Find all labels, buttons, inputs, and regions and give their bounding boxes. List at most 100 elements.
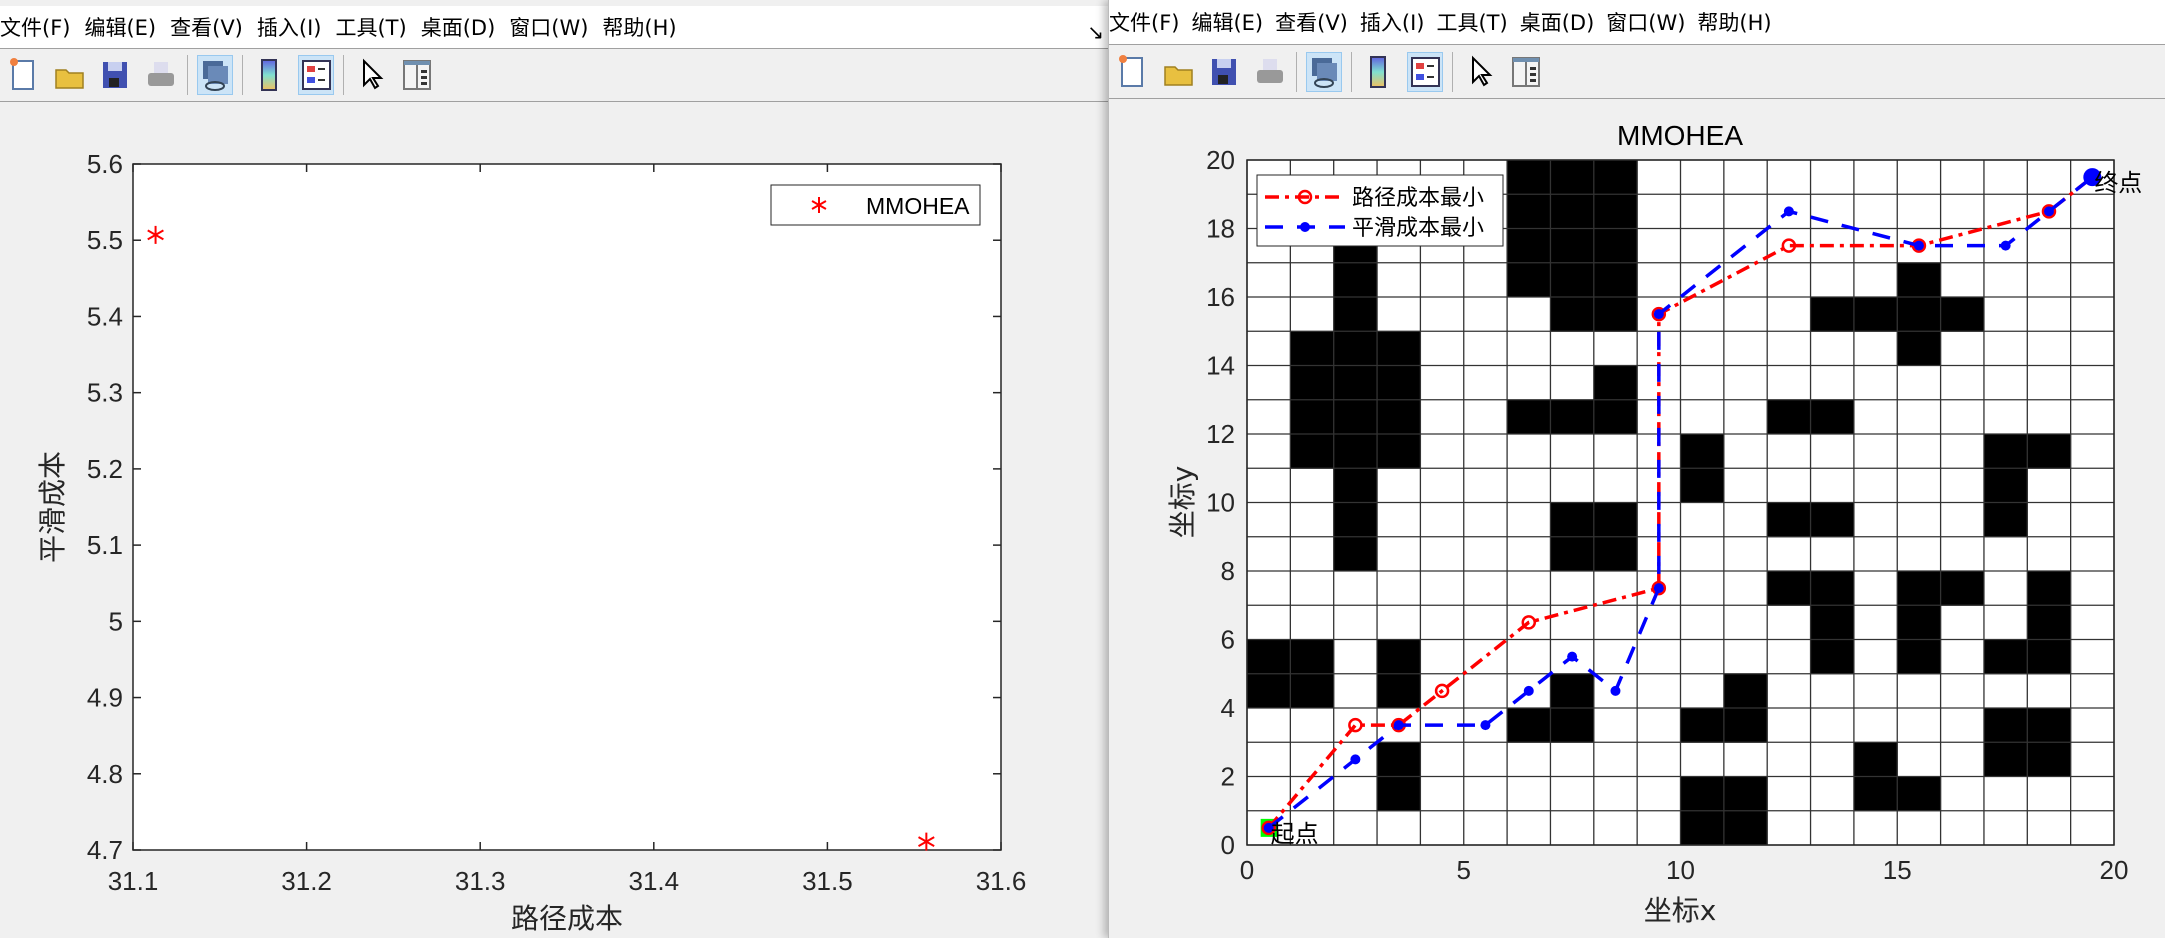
obstacle-cell <box>1680 810 1725 846</box>
y-tick-label: 20 <box>1206 145 1235 175</box>
chart-title: MMOHEA <box>1617 120 1743 151</box>
obstacle-cell <box>1550 708 1595 743</box>
y-axis-label: 平滑成本 <box>36 451 69 563</box>
obstacle-cell <box>1853 297 1898 332</box>
obstacle-cell <box>1593 194 1638 229</box>
obstacle-cell <box>1983 639 2028 675</box>
obstacle-cell <box>1507 399 1551 435</box>
obstacle-cell <box>1247 673 1291 709</box>
obstacle-cell <box>1377 399 1421 435</box>
path-point <box>2043 206 2054 217</box>
path-point <box>1653 583 1664 594</box>
x-axis-label: 坐标x <box>1644 894 1717 927</box>
obstacle-cell <box>1810 571 1855 606</box>
path-point <box>1913 240 1924 251</box>
obstacle-cell <box>1333 365 1378 401</box>
obstacle-cell <box>1507 228 1551 264</box>
obstacle-cell <box>2027 708 2072 743</box>
x-tick-label: 31.6 <box>976 866 1027 896</box>
path-point <box>1567 651 1578 662</box>
obstacle-cell <box>1593 365 1638 401</box>
obstacle-cell <box>1723 810 1768 846</box>
legend-label: MMOHEA <box>866 193 970 219</box>
obstacle-cell <box>1723 673 1768 709</box>
obstacle-cell <box>1680 434 1725 469</box>
obstacle-cell <box>1897 776 1942 812</box>
obstacle-cell <box>1680 776 1725 812</box>
obstacle-cell <box>1767 571 1812 606</box>
obstacle-cell <box>1507 194 1551 229</box>
path-point <box>1480 720 1491 731</box>
y-tick-label: 4 <box>1221 693 1235 723</box>
x-tick-label: 15 <box>1883 855 1912 885</box>
obstacle-cell <box>1550 262 1595 298</box>
obstacle-cell <box>1593 228 1638 264</box>
y-tick-label: 14 <box>1206 351 1235 381</box>
path-grid-axes: 0 5 10 15 20 0 2 4 6 8 10 12 14 16 18 20 起点 终点路径成本最小平滑成本最… <box>1206 145 2142 885</box>
obstacle-cell <box>1810 502 1855 538</box>
end-label: 终点 <box>2094 169 2142 197</box>
obstacle-cell <box>1593 536 1638 572</box>
obstacle-cell <box>1333 399 1378 435</box>
obstacle-cell <box>1897 571 1942 606</box>
obstacle-cell <box>1507 708 1551 743</box>
obstacle-cell <box>1333 262 1378 298</box>
obstacle-cell <box>1983 434 2028 469</box>
y-tick-label: 8 <box>1221 556 1235 586</box>
obstacle-cell <box>1333 297 1378 332</box>
path-point <box>1393 720 1404 731</box>
y-axis-label: 坐标y <box>1166 466 1199 539</box>
obstacle-cell <box>1853 742 1898 777</box>
path-point <box>1610 685 1621 696</box>
obstacle-cell <box>1593 262 1638 298</box>
obstacle-cell <box>1290 331 1335 366</box>
obstacle-cell <box>1333 502 1378 538</box>
obstacle-cell <box>1897 331 1942 366</box>
y-tick-label: 4.7 <box>87 835 123 865</box>
obstacle-cell <box>1507 160 1551 195</box>
legend-label: 平滑成本最小 <box>1352 216 1484 241</box>
path-point <box>1523 685 1534 696</box>
obstacle-cell <box>1767 502 1812 538</box>
obstacle-cell <box>1507 262 1551 298</box>
obstacle-cell <box>1593 160 1638 195</box>
obstacle-cell <box>1723 776 1768 812</box>
y-tick-label: 6 <box>1221 625 1235 655</box>
path-point <box>2000 240 2011 251</box>
obstacle-cell <box>1767 399 1812 435</box>
pareto-scatter-axes: 31.1 31.2 31.3 31.4 31.5 31.6 4.7 4.8 4.9 5 5.1 5.2… <box>87 149 1026 896</box>
obstacle-cell <box>1680 708 1725 743</box>
obstacle-cell <box>1550 673 1595 709</box>
y-tick-label: 2 <box>1221 762 1235 792</box>
y-tick-label: 5.1 <box>87 530 123 560</box>
legend-label: 路径成本最小 <box>1352 186 1484 211</box>
obstacle-cell <box>1377 776 1421 812</box>
obstacle-cell <box>1290 399 1335 435</box>
obstacle-cell <box>1853 776 1898 812</box>
obstacle-cell <box>1810 639 1855 675</box>
obstacle-cell <box>1983 742 2028 777</box>
obstacle-cell <box>1550 194 1595 229</box>
obstacle-cell <box>1377 673 1421 709</box>
obstacle-cell <box>1333 468 1378 503</box>
obstacle-cell <box>1290 434 1335 469</box>
obstacle-cell <box>1897 297 1942 332</box>
x-tick-label: 31.4 <box>628 866 679 896</box>
path-point <box>1783 206 1794 217</box>
y-tick-label: 5.6 <box>87 149 123 179</box>
x-tick-label: 31.2 <box>281 866 332 896</box>
y-tick-label: 0 <box>1221 830 1235 860</box>
obstacle-cell <box>1290 639 1335 675</box>
obstacle-cell <box>1983 708 2028 743</box>
obstacle-cell <box>2027 639 2072 675</box>
obstacle-cell <box>1593 502 1638 538</box>
obstacle-cell <box>1377 639 1421 675</box>
x-tick-label: 31.1 <box>108 866 159 896</box>
obstacle-cell <box>1247 639 1291 675</box>
obstacle-cell <box>1333 434 1378 469</box>
obstacle-cell <box>1810 399 1855 435</box>
x-tick-label: 31.3 <box>455 866 506 896</box>
obstacle-cell <box>1983 502 2028 538</box>
obstacle-cell <box>1290 673 1335 709</box>
x-axis-label: 路径成本 <box>511 902 623 935</box>
